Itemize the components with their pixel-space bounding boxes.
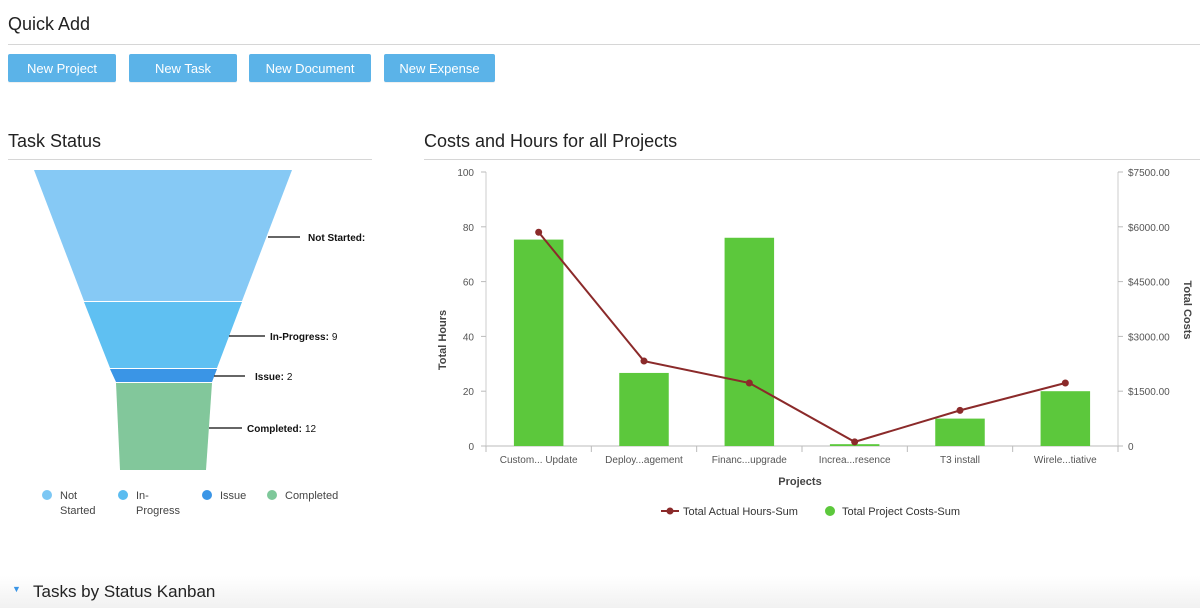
legend-item-total-project-costs[interactable]: Total Project Costs-Sum [825,506,960,518]
legend-label-not-started-2: Started [60,505,95,517]
x-tick-label: Financ...upgrade [712,455,787,466]
new-project-button[interactable]: New Project [8,54,116,82]
y2-axis-title: Total Costs [1181,280,1193,339]
cost-bar[interactable] [619,372,669,446]
legend-label-issue: Issue [220,490,246,502]
y2-tick-label: $1500.00 [1128,387,1170,398]
costs-hours-title: Costs and Hours for all Projects [424,131,678,151]
legend-item-issue[interactable]: Issue [202,490,246,502]
task-status-funnel-chart: Not Started: In-Progress: 9 Issue: 2 Compl… [34,170,365,517]
x-tick-label: Wirele...tiative [1034,455,1097,466]
chart-legend: Total Actual Hours-Sum Total Project Cos… [661,506,960,518]
legend-label-not-started: Not [60,490,77,502]
funnel-segment-completed[interactable] [116,383,212,470]
quick-add-title: Quick Add [8,14,91,34]
cost-bars [513,237,1091,446]
new-task-button[interactable]: New Task [129,54,237,82]
funnel-segment-issue[interactable] [110,369,217,382]
funnel-label-in-progress: In-Progress: 9 [270,332,338,343]
y-axis-title: Total Hours [437,310,449,370]
funnel-label-issue: Issue: 2 [255,372,293,383]
hours-point[interactable] [745,379,753,387]
legend-label-in-progress: In- [136,490,149,502]
y2-tick-label: $3000.00 [1128,332,1170,343]
legend-label-completed: Completed [285,490,338,502]
hours-point[interactable] [640,357,648,365]
quick-add-divider [8,44,1200,45]
legend-dot-completed [267,490,277,500]
legend-label-in-progress-2: Progress [136,505,181,517]
cost-bar[interactable] [935,418,985,446]
legend-item-not-started[interactable]: Not Started [42,490,95,517]
y-tick-label: 40 [463,332,475,343]
x-tick-label: Increa...resence [819,455,891,466]
x-axis-labels: Custom... Update Deploy...agement Financ..… [500,455,1097,466]
new-expense-button[interactable]: New Expense [384,54,495,82]
funnel-label-completed: Completed: 12 [247,424,317,435]
collapse-arrow-icon[interactable]: ▼ [12,584,21,594]
y-tick-label: 80 [463,223,475,234]
x-axis-title: Projects [778,476,821,488]
x-tick-label: T3 install [940,455,980,466]
legend-dot-not-started [42,490,52,500]
hours-point[interactable] [851,438,859,446]
legend-dot-hours [666,507,674,515]
legend-label-costs: Total Project Costs-Sum [842,506,960,518]
kanban-section-header[interactable]: ▼ Tasks by Status Kanban [0,576,1200,608]
hours-point[interactable] [535,228,543,236]
hours-line [535,228,1069,446]
costs-hours-chart: 0 20 40 60 80 100 0 $1500.00 $3000.00 $4500.00 $60… [437,168,1193,518]
legend-item-in-progress[interactable]: In- Progress [118,490,181,517]
y-tick-label: 20 [463,387,475,398]
y-tick-label: 60 [463,278,475,289]
legend-dot-issue [202,490,212,500]
funnel-legend: Not Started In- Progress Issue Completed [42,490,338,517]
funnel-segment-not-started[interactable] [34,170,292,301]
legend-item-completed[interactable]: Completed [267,490,338,502]
legend-dot-costs [825,506,835,516]
funnel-segment-in-progress[interactable] [84,302,242,368]
hours-point[interactable] [1061,379,1069,387]
cost-bar[interactable] [513,239,564,446]
funnel-label-not-started: Not Started: [308,233,365,244]
x-tick-label: Deploy...agement [605,455,683,466]
y2-tick-label: $7500.00 [1128,168,1170,179]
kanban-title: Tasks by Status Kanban [33,582,216,601]
y-tick-label: 100 [457,168,474,179]
legend-item-total-actual-hours[interactable]: Total Actual Hours-Sum [661,506,798,518]
y-tick-label: 0 [468,442,474,453]
x-tick-label: Custom... Update [500,455,578,466]
hours-line-path [537,231,1066,443]
y2-tick-label: $4500.00 [1128,278,1170,289]
cost-bar[interactable] [1040,391,1091,446]
y2-tick-label: $6000.00 [1128,223,1170,234]
task-status-title: Task Status [8,131,102,151]
legend-dot-in-progress [118,490,128,500]
legend-label-hours: Total Actual Hours-Sum [683,506,798,518]
hours-point[interactable] [956,406,964,414]
cost-bar[interactable] [724,237,775,446]
y2-tick-label: 0 [1128,442,1134,453]
new-document-button[interactable]: New Document [249,54,371,82]
